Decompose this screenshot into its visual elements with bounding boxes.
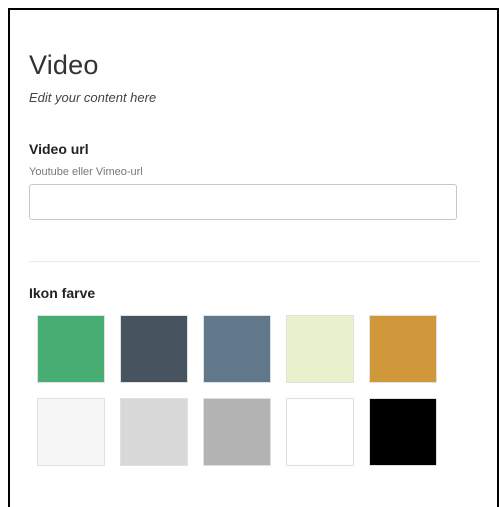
page-subtitle: Edit your content here — [29, 90, 157, 105]
color-swatch[interactable] — [120, 398, 188, 466]
color-swatch[interactable] — [37, 398, 105, 466]
color-swatch[interactable] — [120, 315, 188, 383]
video-url-input[interactable] — [29, 184, 457, 220]
page-title: Video — [29, 50, 99, 80]
video-url-description: Youtube eller Vimeo-url — [29, 166, 143, 178]
section-divider — [29, 261, 481, 262]
color-swatch-grid — [37, 315, 449, 466]
color-swatch[interactable] — [203, 398, 271, 466]
color-swatch[interactable] — [286, 315, 354, 383]
editor-frame: Video Edit your content here Video url Y… — [8, 8, 499, 507]
color-swatch[interactable] — [369, 398, 437, 466]
video-url-label: Video url — [29, 141, 89, 157]
icon-color-label: Ikon farve — [29, 285, 96, 301]
color-swatch[interactable] — [37, 315, 105, 383]
color-swatch[interactable] — [203, 315, 271, 383]
color-swatch[interactable] — [369, 315, 437, 383]
color-swatch[interactable] — [286, 398, 354, 466]
